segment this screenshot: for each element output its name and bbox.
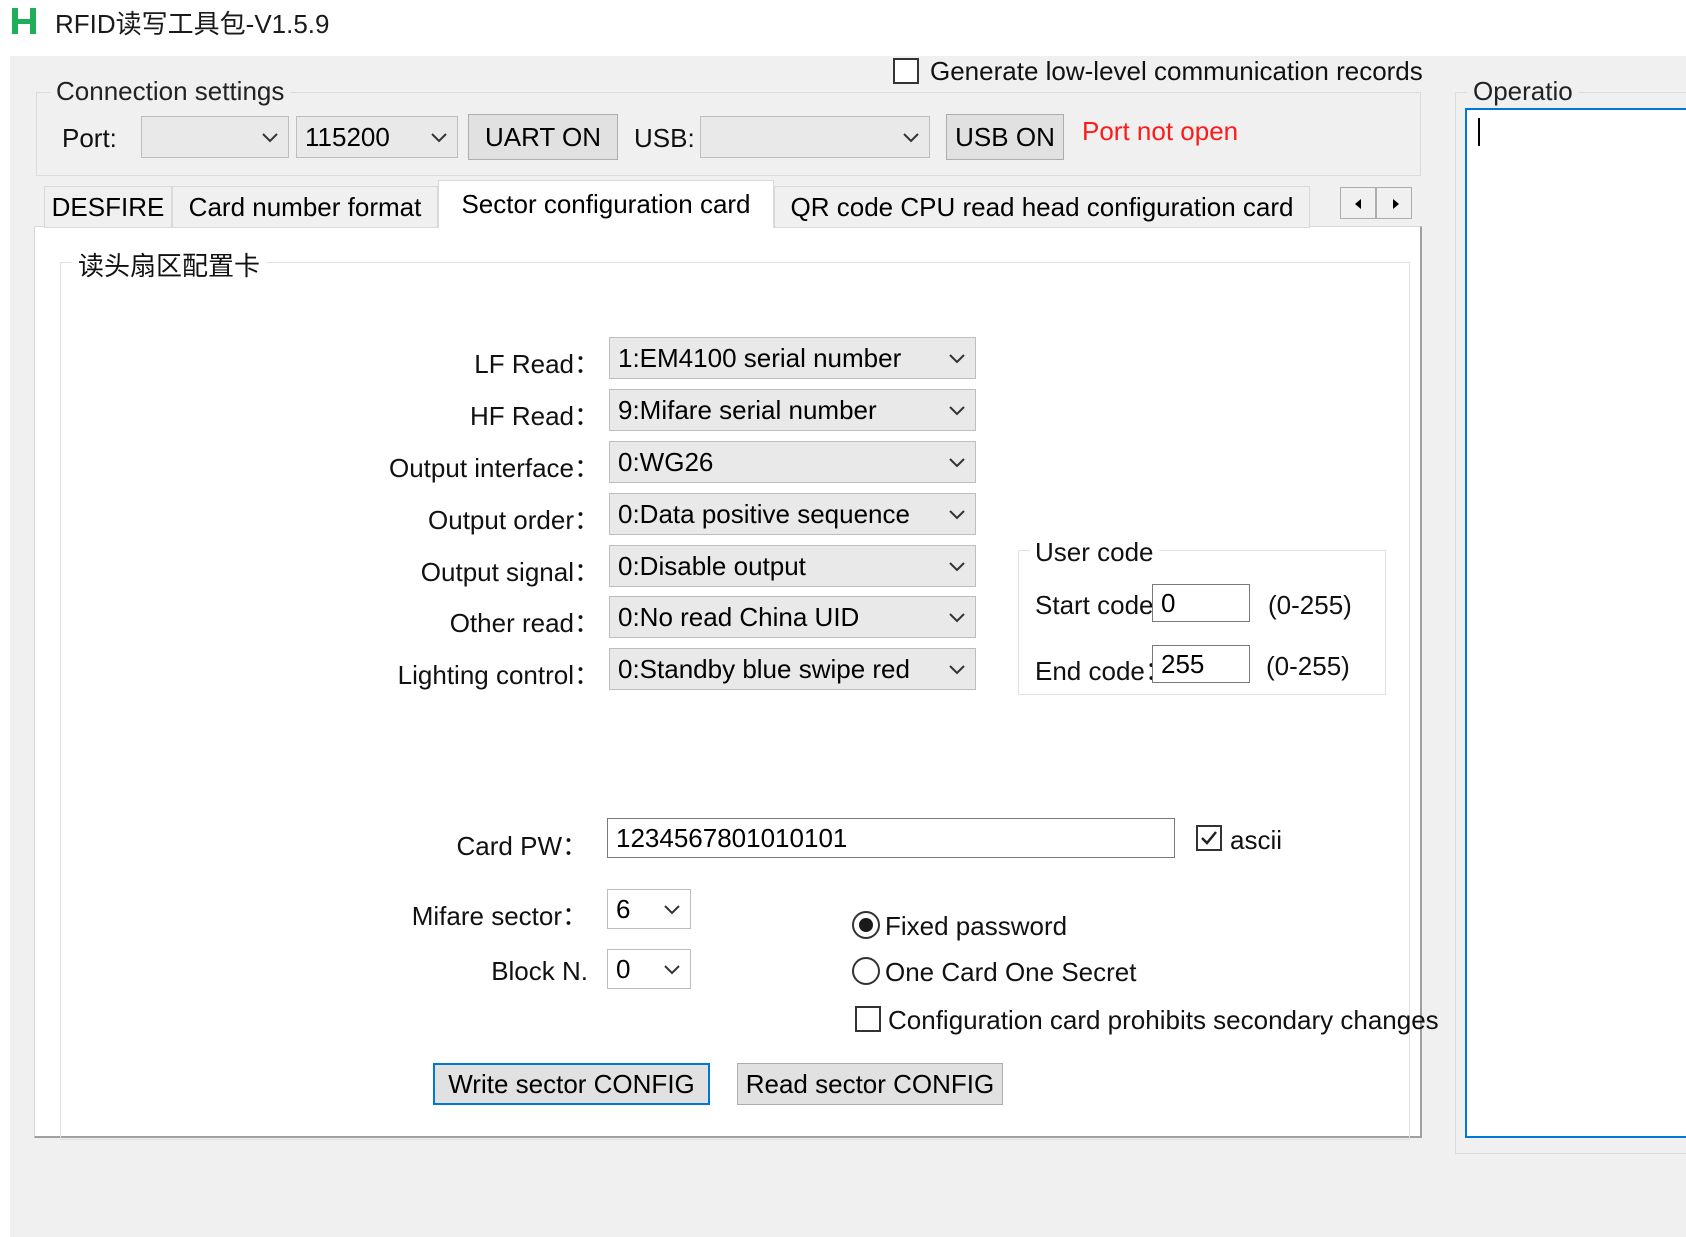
hf-read-value: 9:Mifare serial number	[618, 394, 877, 425]
prohibit-changes-label: Configuration card prohibits secondary c…	[888, 1005, 1439, 1035]
user-code-legend: User code	[1030, 537, 1159, 568]
block-label: Block N.	[491, 956, 588, 986]
start-code-label: Start code	[1035, 590, 1154, 620]
fixed-password-radio[interactable]	[852, 911, 880, 939]
card-pw-input[interactable]: 12345678010101​01	[607, 818, 1175, 858]
fixed-password-label: Fixed password	[885, 911, 1068, 941]
low-level-records-checkbox[interactable]	[893, 58, 919, 84]
chevron-down-icon	[949, 613, 965, 623]
start-code-input[interactable]: 0	[1152, 584, 1250, 622]
lighting-control-label: Lighting control：	[397, 660, 600, 690]
uart-on-button[interactable]: UART ON	[468, 114, 618, 160]
output-order-label: Output order：	[428, 505, 600, 535]
chevron-down-icon	[431, 133, 447, 143]
lf-read-label: LF Read：	[474, 349, 600, 379]
output-order-value: 0:Data positive sequence	[618, 498, 910, 529]
checkmark-icon	[1201, 831, 1217, 845]
end-code-label: End code：	[1035, 656, 1171, 686]
lighting-control-select[interactable]: 0:Standby blue swipe red	[609, 648, 976, 690]
other-read-label: Other read：	[449, 608, 600, 638]
other-read-value: 0:No read China UID	[618, 601, 860, 632]
chevron-down-icon	[949, 406, 965, 416]
output-signal-value: 0:Disable output	[618, 550, 806, 581]
operation-log-textarea[interactable]	[1465, 108, 1686, 1138]
mifare-sector-value: 6	[616, 893, 631, 924]
output-interface-select[interactable]: 0:WG26	[609, 441, 976, 483]
end-code-range: (0-255)	[1266, 651, 1350, 681]
title-bar: RFID读写工具包-V1.5.9	[0, 0, 1686, 52]
app-h-icon	[12, 8, 36, 34]
usb-label: USB:	[634, 123, 695, 153]
chevron-down-icon	[903, 133, 919, 143]
lf-read-value: 1:EM4100 serial number	[618, 342, 902, 373]
operation-legend: Operatio	[1467, 76, 1579, 107]
output-interface-label: Output interface：	[389, 453, 600, 483]
block-value: 0	[616, 953, 631, 984]
text-caret	[1478, 118, 1480, 146]
chevron-down-icon	[949, 510, 965, 520]
sector-config-legend: 读头扇区配置卡	[72, 246, 267, 283]
output-signal-select[interactable]: 0:Disable output	[609, 545, 976, 587]
mifare-sector-label: Mifare sector：	[411, 901, 588, 931]
hf-read-select[interactable]: 9:Mifare serial number	[609, 389, 976, 431]
output-order-select[interactable]: 0:Data positive sequence	[609, 493, 976, 535]
chevron-down-icon	[949, 665, 965, 675]
port-label: Port:	[62, 123, 117, 153]
other-read-select[interactable]: 0:No read China UID	[609, 596, 976, 638]
tab-qr-code-cpu[interactable]: QR code CPU read head configuration card	[774, 186, 1310, 228]
one-card-one-secret-radio[interactable]	[852, 957, 880, 985]
one-card-one-secret-label: One Card One Secret	[885, 957, 1137, 987]
start-code-range: (0-255)	[1268, 590, 1352, 620]
radio-selected-dot	[859, 918, 873, 932]
hf-read-label: HF Read：	[469, 401, 600, 431]
block-select[interactable]: 0	[607, 949, 691, 989]
mifare-sector-select[interactable]: 6	[607, 889, 691, 929]
baud-rate-value: 115200	[305, 121, 390, 152]
usb-on-button[interactable]: USB ON	[946, 114, 1064, 160]
read-sector-config-button[interactable]: Read sector CONFIG	[737, 1063, 1003, 1105]
port-status-text: Port not open	[1082, 116, 1239, 146]
output-signal-label: Output signal：	[420, 557, 600, 587]
card-pw-label: Card PW：	[456, 831, 588, 861]
usb-select[interactable]	[700, 116, 930, 158]
ascii-label: ascii	[1230, 825, 1283, 855]
window-title: RFID读写工具包-V1.5.9	[55, 9, 330, 39]
end-code-input[interactable]: 255	[1152, 645, 1250, 683]
chevron-down-icon	[949, 458, 965, 468]
chevron-down-icon	[949, 354, 965, 364]
chevron-down-icon	[664, 965, 680, 975]
tab-desfire[interactable]: DESFIRE	[44, 186, 172, 228]
tab-card-number-format[interactable]: Card number format	[172, 186, 438, 228]
low-level-records-label: Generate low-level communication records	[930, 56, 1423, 86]
tab-scroll-right-button[interactable]	[1376, 187, 1412, 219]
write-sector-config-button[interactable]: Write sector CONFIG	[433, 1063, 710, 1105]
tab-scroll-left-button[interactable]	[1340, 187, 1376, 219]
lighting-control-value: 0:Standby blue swipe red	[618, 653, 910, 684]
ascii-checkbox[interactable]	[1196, 825, 1222, 851]
baud-rate-select[interactable]: 115200	[296, 116, 458, 158]
chevron-down-icon	[664, 905, 680, 915]
lf-read-select[interactable]: 1:EM4100 serial number	[609, 337, 976, 379]
prohibit-changes-checkbox[interactable]	[855, 1006, 881, 1032]
port-select[interactable]	[141, 116, 289, 158]
arrow-right-icon	[1393, 199, 1399, 209]
arrow-left-icon	[1355, 199, 1361, 209]
chevron-down-icon	[949, 562, 965, 572]
tab-sector-configuration-card[interactable]: Sector configuration card	[438, 180, 774, 228]
output-interface-value: 0:WG26	[618, 446, 714, 477]
chevron-down-icon	[262, 133, 278, 143]
connection-settings-legend: Connection settings	[50, 76, 291, 107]
